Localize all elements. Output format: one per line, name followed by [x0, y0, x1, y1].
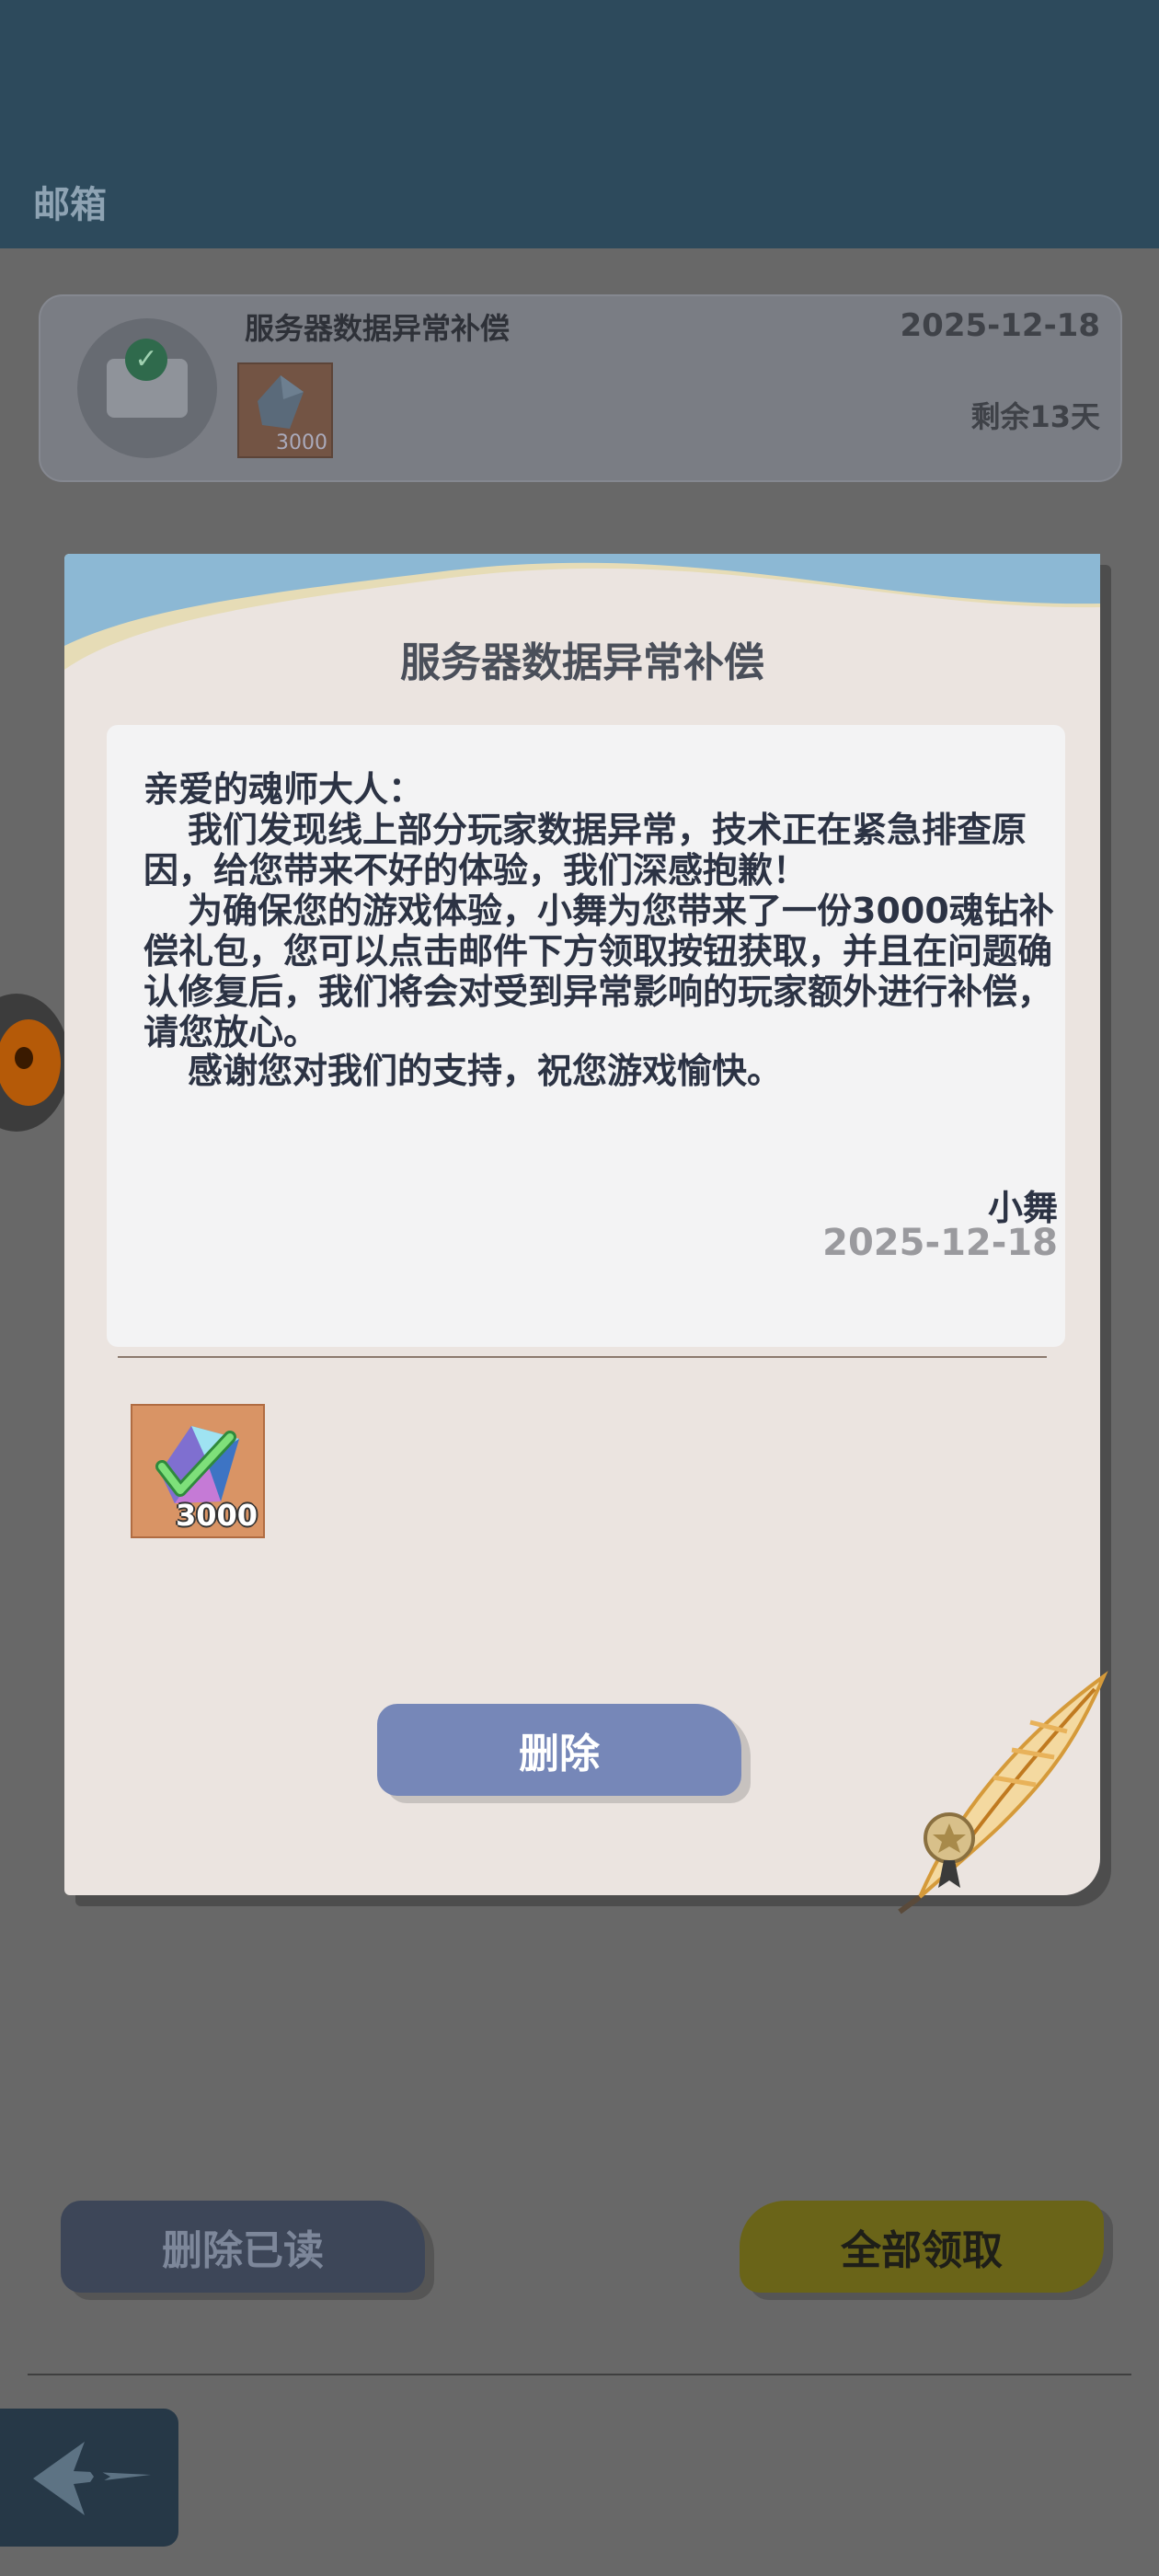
reward-item[interactable]: 3000: [131, 1404, 265, 1538]
back-button[interactable]: [0, 2409, 178, 2547]
letter-paragraph: 我们发现线上部分玩家数据异常，技术正在紧急排查原因，给您带来不好的体验，我们深感…: [143, 810, 1027, 891]
mascot-eye: [15, 1047, 33, 1069]
modal-title: 服务器数据异常补偿: [400, 639, 764, 686]
mail-attachment-amount: 3000: [276, 431, 327, 454]
soul-diamond-icon: [258, 375, 304, 429]
letter-body: 亲爱的魂师大人： 我们发现线上部分玩家数据异常，技术正在紧急排查原因，给您带来不…: [107, 725, 1065, 1347]
back-arrow-icon: [33, 2442, 151, 2515]
letter-paragraph: 感谢您对我们的支持，祝您游戏愉快。: [188, 1051, 783, 1091]
footer-divider: [28, 2374, 1131, 2375]
mail-remaining-days: 剩余13天: [970, 399, 1100, 434]
mail-date: 2025-12-18: [900, 307, 1100, 344]
envelope-check-icon: ✓: [77, 318, 217, 458]
check-icon: ✓: [125, 339, 167, 381]
mail-subject: 服务器数据异常补偿: [245, 311, 511, 346]
quill-feather-icon: [898, 1671, 1108, 1915]
mail-attachment-thumb: 3000: [237, 362, 333, 458]
reward-amount: 3000: [175, 1498, 258, 1533]
letter-paragraph: 为确保您的游戏体验，小舞为您带来了一份3000魂钻补偿礼包，您可以点击邮件下方领…: [143, 891, 1054, 1052]
delete-read-button[interactable]: 删除已读: [61, 2201, 425, 2293]
delete-button[interactable]: 删除: [377, 1704, 741, 1796]
reward-divider: [118, 1356, 1047, 1358]
letter-date: 2025-12-18: [822, 1222, 1058, 1264]
letter-greeting: 亲爱的魂师大人：: [143, 769, 424, 810]
claim-all-button[interactable]: 全部领取: [740, 2201, 1104, 2293]
page-title: 邮箱: [33, 184, 107, 226]
mail-detail-modal: 服务器数据异常补偿 亲爱的魂师大人： 我们发现线上部分玩家数据异常，技术正在紧急…: [64, 554, 1108, 1915]
mail-list-item[interactable]: ✓ 服务器数据异常补偿 2025-12-18 3000 剩余13天: [39, 294, 1122, 482]
top-bar: 邮箱: [0, 0, 1159, 248]
